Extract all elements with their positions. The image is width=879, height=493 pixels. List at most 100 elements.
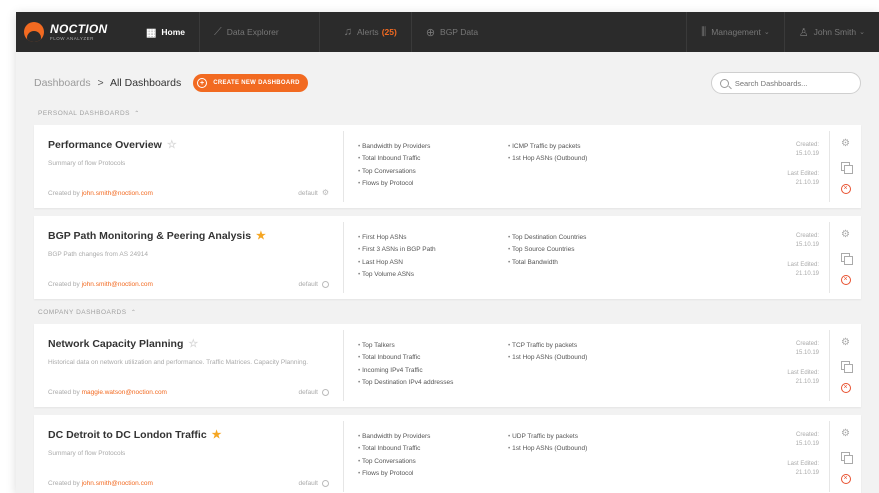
duplicate-icon[interactable] <box>841 252 853 265</box>
widget-item: First Hop ASNs <box>358 232 508 244</box>
delete-icon[interactable]: × <box>840 274 851 285</box>
section-company[interactable]: COMPANY DASHBOARDS ⌃ <box>38 309 861 316</box>
star-icon[interactable]: ★ <box>256 229 266 242</box>
duplicate-icon[interactable] <box>841 451 853 464</box>
default-label: default <box>298 189 318 197</box>
dashboard-title[interactable]: DC Detroit to DC London Traffic <box>48 429 207 441</box>
noction-logo-icon <box>24 22 44 42</box>
search-input[interactable] <box>734 78 852 88</box>
widget-item: Top Destination IPv4 addresses <box>358 377 508 389</box>
nav-bgp-data[interactable]: ⊕ BGP Data <box>410 12 492 52</box>
create-dashboard-button[interactable]: + CREATE NEW DASHBOARD <box>193 74 308 92</box>
widget-list: Bandwidth by Providers Total Inbound Tra… <box>344 125 759 208</box>
breadcrumb-separator: > <box>97 77 104 89</box>
card-actions: ⚙ × <box>829 421 861 492</box>
default-radio-icon <box>322 480 329 487</box>
delete-icon[interactable]: × <box>840 183 851 194</box>
widget-list: First Hop ASNs First 3 ASNs in BGP Path … <box>344 216 759 299</box>
nav-home-label: Home <box>161 27 186 37</box>
created-label: Created: <box>795 432 819 438</box>
nav-alerts-label: Alerts <box>356 27 379 37</box>
alerts-count-badge: (25) <box>381 27 397 37</box>
dashboard-card[interactable]: BGP Path Monitoring & Peering Analysis ★… <box>34 216 861 299</box>
delete-icon[interactable]: × <box>840 382 851 393</box>
last-edited-date: 21.10.19 <box>795 180 819 187</box>
widget-item: Last Hop ASN <box>358 257 508 269</box>
breadcrumb-root-link[interactable]: Dashboards <box>34 77 91 89</box>
logo-subtitle: FLOW ANALYZER <box>50 35 94 41</box>
creator-email-link[interactable]: john.smith@noction.com <box>82 281 153 288</box>
dashboard-dates: Created: 15.10.19 Last Edited: 21.10.19 <box>759 324 829 407</box>
created-label: Created: <box>795 233 819 239</box>
section-personal-label: PERSONAL DASHBOARDS <box>38 110 130 117</box>
dashboard-title[interactable]: Performance Overview <box>48 139 162 151</box>
dashboard-title[interactable]: Network Capacity Planning <box>48 338 183 350</box>
widget-item: Total Inbound Traffic <box>358 153 508 165</box>
section-personal[interactable]: PERSONAL DASHBOARDS ⌃ <box>38 110 861 117</box>
dashboard-dates: Created: 15.10.19 Last Edited: 21.10.19 <box>759 415 829 493</box>
dashboard-card[interactable]: Network Capacity Planning ☆ Historical d… <box>34 324 861 407</box>
created-by-label: Created by <box>48 190 80 197</box>
nav-alerts[interactable]: ♫ Alerts (25) <box>318 12 411 52</box>
dashboard-dates: Created: 15.10.19 Last Edited: 21.10.19 <box>759 216 829 299</box>
nav-data-explorer-label: Data Explorer <box>226 27 279 37</box>
settings-gear-icon[interactable]: ⚙ <box>841 429 850 439</box>
default-toggle[interactable]: default <box>298 281 329 288</box>
widget-list: Bandwidth by Providers Total Inbound Tra… <box>344 415 759 493</box>
plus-icon: + <box>197 78 208 88</box>
dashboard-card[interactable]: DC Detroit to DC London Traffic ★ Summar… <box>34 415 861 493</box>
logo[interactable]: NOCTION FLOW ANALYZER <box>16 22 132 42</box>
card-actions: ⚙ × <box>829 330 861 401</box>
app-window: NOCTION FLOW ANALYZER ▦ Home ⟋ Data Expl… <box>16 12 879 493</box>
star-icon[interactable]: ☆ <box>188 337 198 350</box>
settings-gear-icon[interactable]: ⚙ <box>841 338 850 348</box>
nav-data-explorer[interactable]: ⟋ Data Explorer <box>199 12 319 52</box>
search-box[interactable] <box>711 72 861 94</box>
duplicate-icon[interactable] <box>841 161 853 174</box>
nav-home[interactable]: ▦ Home <box>132 12 199 52</box>
star-icon[interactable]: ★ <box>212 428 222 441</box>
dashboard-creator: Created by john.smith@noction.com <box>48 281 153 288</box>
dashboard-description: BGP Path changes from AS 24914 <box>48 251 148 258</box>
chevron-up-icon: ⌃ <box>134 111 140 117</box>
last-edited-label: Last Edited: <box>787 370 819 377</box>
dashboard-creator: Created by john.smith@noction.com <box>48 190 153 197</box>
widget-item: Bandwidth by Providers <box>358 431 508 443</box>
widget-item: Flows by Protocol <box>358 468 508 480</box>
settings-gear-icon[interactable]: ⚙ <box>841 230 850 240</box>
created-date: 15.10.19 <box>795 241 819 248</box>
created-date: 15.10.19 <box>795 440 819 447</box>
creator-email-link[interactable]: maggie.watson@noction.com <box>82 389 167 396</box>
widget-item: TCP Traffic by packets <box>508 340 658 352</box>
default-radio-icon <box>322 281 329 288</box>
created-by-label: Created by <box>48 480 80 487</box>
created-date: 15.10.19 <box>795 349 819 356</box>
dashboard-title[interactable]: BGP Path Monitoring & Peering Analysis <box>48 230 251 242</box>
widget-item: Flows by Protocol <box>358 178 508 190</box>
globe-icon: ⊕ <box>425 26 436 39</box>
default-gear-icon: ⚙ <box>321 188 329 197</box>
nav-user[interactable]: ♙ John Smith ⌄ <box>783 12 879 52</box>
widget-item: 1st Hop ASNs (Outbound) <box>508 443 658 455</box>
default-toggle[interactable]: default ⚙ <box>298 189 329 197</box>
widget-item: Top Destination Countries <box>508 232 658 244</box>
delete-icon[interactable]: × <box>840 473 851 484</box>
widget-item: Top Source Countries <box>508 244 658 256</box>
widget-item: Bandwidth by Providers <box>358 141 508 153</box>
last-edited-date: 21.10.19 <box>795 470 819 477</box>
widget-list: Top Talkers Total Inbound Traffic Incomi… <box>344 324 759 407</box>
default-toggle[interactable]: default <box>298 480 329 487</box>
user-icon: ♙ <box>798 26 809 39</box>
nav-management[interactable]: ⫼ Management ⌄ <box>686 12 784 52</box>
default-radio-icon <box>322 389 329 396</box>
created-label: Created: <box>795 142 819 148</box>
dashboard-card[interactable]: Performance Overview ☆ Summary of flow P… <box>34 125 861 208</box>
settings-gear-icon[interactable]: ⚙ <box>841 139 850 149</box>
widget-item: Total Bandwidth <box>508 257 658 269</box>
default-toggle[interactable]: default <box>298 389 329 396</box>
creator-email-link[interactable]: john.smith@noction.com <box>82 480 153 487</box>
duplicate-icon[interactable] <box>841 360 853 373</box>
creator-email-link[interactable]: john.smith@noction.com <box>82 190 153 197</box>
bell-icon: ♫ <box>343 26 352 38</box>
star-icon[interactable]: ☆ <box>167 138 177 151</box>
